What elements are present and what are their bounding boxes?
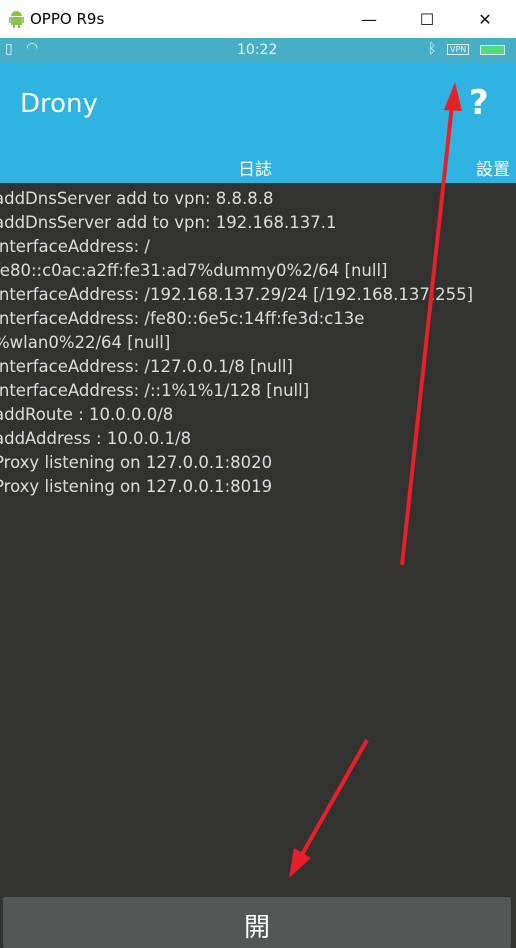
- log-line: addDnsServer add to vpn: 192.168.137.1: [0, 213, 337, 232]
- status-bar: ▯ ◠ 10:22 ᛒ VPN: [0, 38, 516, 63]
- app-bar: Drony ?: [0, 63, 516, 150]
- log-line: %wlan0%22/64 [null]: [0, 333, 171, 352]
- tab-log[interactable]: 日誌: [238, 155, 272, 180]
- log-view: addDnsServer add to vpn: 8.8.8.8 addDnsS…: [0, 183, 516, 897]
- log-line: fe80::c0ac:a2ff:fe31:ad7%dummy0%2/64 [nu…: [0, 261, 388, 280]
- wifi-icon: ◠: [26, 40, 39, 56]
- log-line: InterfaceAddress: /192.168.137.29/24 [/1…: [0, 285, 474, 304]
- log-line: Proxy listening on 127.0.0.1:8019: [0, 477, 273, 496]
- log-line: InterfaceAddress: /::1%1%1/128 [null]: [0, 381, 310, 400]
- log-line: Proxy listening on 127.0.0.1:8020: [0, 453, 273, 472]
- log-line: addRoute : 10.0.0.0/8: [0, 405, 174, 424]
- log-line: InterfaceAddress: /: [0, 237, 150, 256]
- log-line: InterfaceAddress: /127.0.0.1/8 [null]: [0, 357, 293, 376]
- battery-icon: [480, 45, 505, 55]
- start-button[interactable]: 開: [3, 897, 511, 948]
- log-line: InterfaceAddress: /fe80::6e5c:14ff:fe3d:…: [0, 309, 365, 328]
- window-titlebar: OPPO R9s — ☐ ✕: [0, 0, 516, 38]
- close-button[interactable]: ✕: [462, 0, 508, 38]
- log-line: addAddress : 10.0.0.1/8: [0, 429, 192, 448]
- maximize-button[interactable]: ☐: [404, 0, 450, 38]
- android-icon: [9, 11, 24, 28]
- help-button[interactable]: ?: [469, 83, 489, 123]
- minimize-button[interactable]: —: [346, 0, 392, 38]
- log-line: addDnsServer add to vpn: 8.8.8.8: [0, 189, 274, 208]
- window-title: OPPO R9s: [30, 10, 105, 28]
- tab-bar: 日誌 設置: [0, 150, 516, 183]
- status-time: 10:22: [237, 42, 278, 58]
- app-title: Drony: [20, 89, 98, 119]
- sim-icon: ▯: [5, 41, 13, 57]
- bluetooth-icon: ᛒ: [428, 41, 437, 57]
- tab-settings[interactable]: 設置: [476, 155, 510, 180]
- vpn-icon: VPN: [447, 44, 470, 55]
